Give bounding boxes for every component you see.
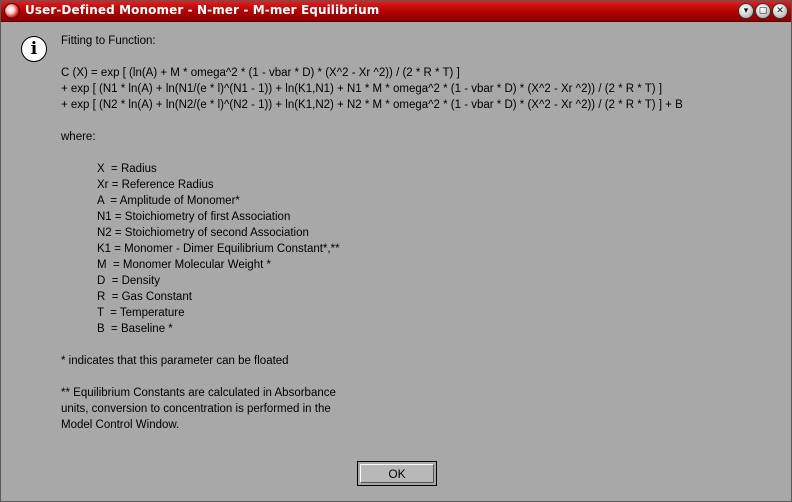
footnote-equilibrium-1: ** Equilibrium Constants are calculated … [61, 387, 336, 399]
definition-k1: K1 = Monomer - Dimer Equilibrium Constan… [97, 243, 340, 255]
definition-x: X = Radius [97, 163, 157, 175]
app-menu-icon[interactable] [4, 3, 20, 19]
equation-line-3: + exp [ (N2 * ln(A) + ln(N2/(e * l)^(N2 … [61, 99, 683, 111]
definition-n2: N2 = Stoichiometry of second Association [97, 227, 309, 239]
dialog-window: User-Defined Monomer - N-mer - M-mer Equ… [0, 0, 792, 502]
definition-d: D = Density [97, 275, 160, 287]
equation-line-1: C (X) = exp [ (ln(A) + M * omega^2 * (1 … [61, 67, 460, 79]
definition-b: B = Baseline * [97, 323, 173, 335]
ok-button[interactable]: OK [357, 461, 437, 486]
minimize-button[interactable]: ▾ [738, 3, 754, 19]
maximize-button[interactable]: ▢ [755, 3, 771, 19]
heading: Fitting to Function: [61, 35, 156, 47]
definition-xr: Xr = Reference Radius [97, 179, 214, 191]
ok-button-label: OK [360, 464, 434, 483]
info-icon: i [21, 36, 47, 62]
where-label: where: [61, 131, 96, 143]
definition-a: A = Amplitude of Monomer* [97, 195, 240, 207]
definition-m: M = Monomer Molecular Weight * [97, 259, 271, 271]
message-text: Fitting to Function: C (X) = exp [ (ln(A… [61, 33, 683, 433]
close-button[interactable]: ✕ [772, 3, 788, 19]
footnote-float: * indicates that this parameter can be f… [61, 355, 289, 367]
definition-t: T = Temperature [97, 307, 185, 319]
footnote-equilibrium-3: Model Control Window. [61, 419, 180, 431]
footnote-equilibrium-2: units, conversion to concentration is pe… [61, 403, 331, 415]
window-title: User-Defined Monomer - N-mer - M-mer Equ… [25, 3, 380, 17]
definition-r: R = Gas Constant [97, 291, 192, 303]
definition-n1: N1 = Stoichiometry of first Association [97, 211, 291, 223]
title-bar[interactable]: User-Defined Monomer - N-mer - M-mer Equ… [1, 1, 791, 22]
equation-line-2: + exp [ (N1 * ln(A) + ln(N1/(e * l)^(N1 … [61, 83, 663, 95]
